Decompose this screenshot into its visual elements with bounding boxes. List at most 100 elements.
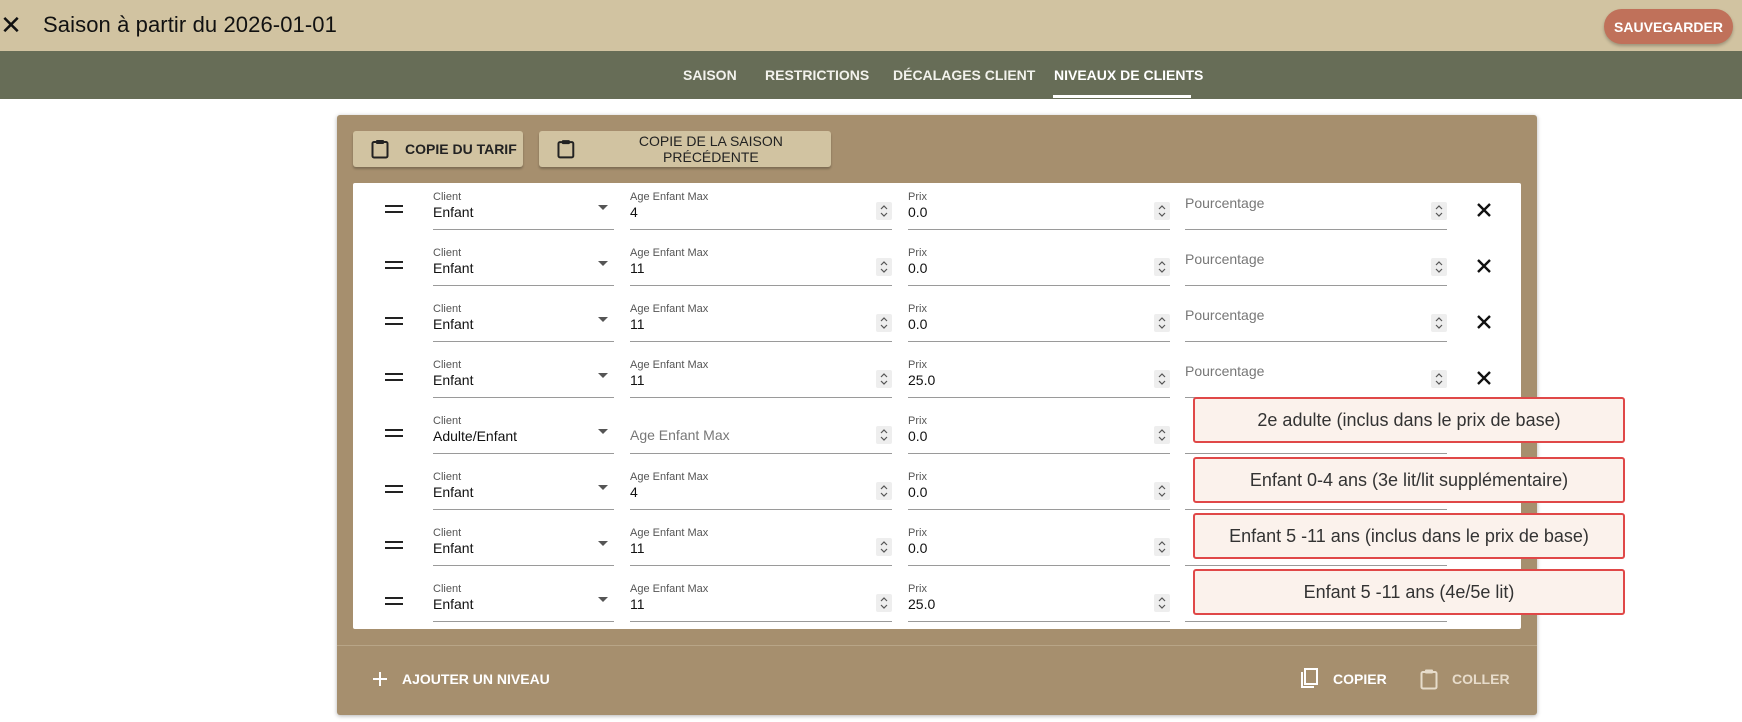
stepper-icon[interactable] [876, 482, 892, 500]
clipboard-icon [557, 140, 575, 159]
copy-button[interactable]: COPIER [1299, 666, 1387, 692]
age-max-input[interactable]: Age Enfant Max 4 [630, 471, 892, 510]
age-max-input[interactable]: Age Enfant Max 11 [630, 303, 892, 342]
stepper-icon[interactable] [1431, 258, 1447, 276]
save-button[interactable]: SAUVEGARDER [1604, 9, 1733, 44]
percentage-placeholder: Pourcentage [1185, 195, 1265, 211]
percentage-input[interactable]: Pourcentage [1185, 359, 1447, 398]
price-input[interactable]: Prix 0.0 [908, 527, 1170, 566]
close-icon[interactable]: ✕ [0, 10, 22, 40]
dropdown-arrow-icon[interactable] [598, 541, 608, 546]
client-select[interactable]: Client Enfant [433, 527, 614, 566]
stepper-icon[interactable] [1154, 258, 1170, 276]
age-max-input[interactable]: Age Enfant Max 11 [630, 527, 892, 566]
price-input[interactable]: Prix 25.0 [908, 583, 1170, 622]
client-value: Enfant [433, 372, 474, 388]
stepper-icon[interactable] [876, 594, 892, 612]
stepper-icon[interactable] [876, 426, 892, 444]
drag-handle-icon[interactable] [385, 597, 403, 607]
remove-level-icon[interactable] [1473, 367, 1495, 389]
age-label: Age Enfant Max [630, 471, 709, 483]
price-label: Prix [908, 247, 927, 259]
tab-niveaux-de-clients[interactable]: NIVEAUX DE CLIENTS [1054, 51, 1203, 99]
stepper-icon[interactable] [876, 258, 892, 276]
stepper-icon[interactable] [1431, 370, 1447, 388]
age-max-input[interactable]: Age Enfant Max 4 [630, 191, 892, 230]
age-value: 11 [630, 540, 645, 556]
dropdown-arrow-icon[interactable] [598, 373, 608, 378]
dropdown-arrow-icon[interactable] [598, 317, 608, 322]
drag-handle-icon[interactable] [385, 429, 403, 439]
dropdown-arrow-icon[interactable] [598, 597, 608, 602]
copy-icon [1301, 668, 1318, 688]
dropdown-arrow-icon[interactable] [598, 205, 608, 210]
paste-button[interactable]: COLLER [1420, 666, 1510, 692]
tab-bar: SAISON RESTRICTIONS DÉCALAGES CLIENT NIV… [0, 51, 1742, 99]
stepper-icon[interactable] [1154, 482, 1170, 500]
annotation-callout: Enfant 5 -11 ans (4e/5e lit) [1193, 569, 1625, 615]
remove-level-icon[interactable] [1473, 311, 1495, 333]
stepper-icon[interactable] [1154, 426, 1170, 444]
drag-handle-icon[interactable] [385, 485, 403, 495]
add-level-button[interactable]: AJOUTER UN NIVEAU [372, 666, 550, 692]
stepper-icon[interactable] [1154, 538, 1170, 556]
stepper-icon[interactable] [1431, 314, 1447, 332]
client-select[interactable]: Client Enfant [433, 303, 614, 342]
client-select[interactable]: Client Enfant [433, 247, 614, 286]
remove-level-icon[interactable] [1473, 199, 1495, 221]
price-input[interactable]: Prix 25.0 [908, 359, 1170, 398]
client-select[interactable]: Client Enfant [433, 191, 614, 230]
stepper-icon[interactable] [1154, 370, 1170, 388]
level-row: Client Enfant Age Enfant Max 11 Prix 0.0… [353, 239, 1521, 295]
client-select[interactable]: Client Adulte/Enfant [433, 415, 614, 454]
price-value: 25.0 [908, 596, 936, 612]
price-value: 0.0 [908, 428, 928, 444]
drag-handle-icon[interactable] [385, 261, 403, 271]
stepper-icon[interactable] [1154, 202, 1170, 220]
tab-decalages-client[interactable]: DÉCALAGES CLIENT [893, 51, 1035, 99]
dropdown-arrow-icon[interactable] [598, 261, 608, 266]
stepper-icon[interactable] [876, 370, 892, 388]
drag-handle-icon[interactable] [385, 317, 403, 327]
age-max-input[interactable]: Age Enfant Max 11 [630, 247, 892, 286]
price-value: 0.0 [908, 540, 928, 556]
dropdown-arrow-icon[interactable] [598, 429, 608, 434]
price-input[interactable]: Prix 0.0 [908, 415, 1170, 454]
remove-level-icon[interactable] [1473, 255, 1495, 277]
age-max-input[interactable]: Age Enfant Max 11 [630, 583, 892, 622]
client-select[interactable]: Client Enfant [433, 471, 614, 510]
client-label: Client [433, 583, 462, 595]
stepper-icon[interactable] [1154, 314, 1170, 332]
age-placeholder: Age Enfant Max [630, 427, 730, 443]
drag-handle-icon[interactable] [385, 205, 403, 215]
client-select[interactable]: Client Enfant [433, 359, 614, 398]
stepper-icon[interactable] [876, 538, 892, 556]
price-input[interactable]: Prix 0.0 [908, 247, 1170, 286]
copy-previous-season-button[interactable]: COPIE DE LA SAISON PRÉCÉDENTE [539, 131, 831, 167]
copy-rate-button[interactable]: COPIE DU TARIF [353, 131, 523, 167]
age-label: Age Enfant Max [630, 191, 709, 203]
drag-handle-icon[interactable] [385, 373, 403, 383]
clipboard-icon [371, 140, 389, 159]
client-select[interactable]: Client Enfant [433, 583, 614, 622]
price-input[interactable]: Prix 0.0 [908, 191, 1170, 230]
age-max-input[interactable]: Age Enfant Max 11 [630, 359, 892, 398]
drag-handle-icon[interactable] [385, 541, 403, 551]
age-value: 11 [630, 316, 645, 332]
tab-saison[interactable]: SAISON [683, 51, 737, 99]
stepper-icon[interactable] [876, 202, 892, 220]
percentage-input[interactable]: Pourcentage [1185, 303, 1447, 342]
price-input[interactable]: Prix 0.0 [908, 303, 1170, 342]
page-title: Saison à partir du 2026-01-01 [43, 12, 337, 37]
price-label: Prix [908, 191, 927, 203]
percentage-input[interactable]: Pourcentage [1185, 247, 1447, 286]
stepper-icon[interactable] [876, 314, 892, 332]
tab-restrictions[interactable]: RESTRICTIONS [765, 51, 869, 99]
percentage-input[interactable]: Pourcentage [1185, 191, 1447, 230]
age-max-input[interactable]: Age Enfant Max [630, 415, 892, 454]
stepper-icon[interactable] [1431, 202, 1447, 220]
price-value: 0.0 [908, 260, 928, 276]
dropdown-arrow-icon[interactable] [598, 485, 608, 490]
price-input[interactable]: Prix 0.0 [908, 471, 1170, 510]
stepper-icon[interactable] [1154, 594, 1170, 612]
